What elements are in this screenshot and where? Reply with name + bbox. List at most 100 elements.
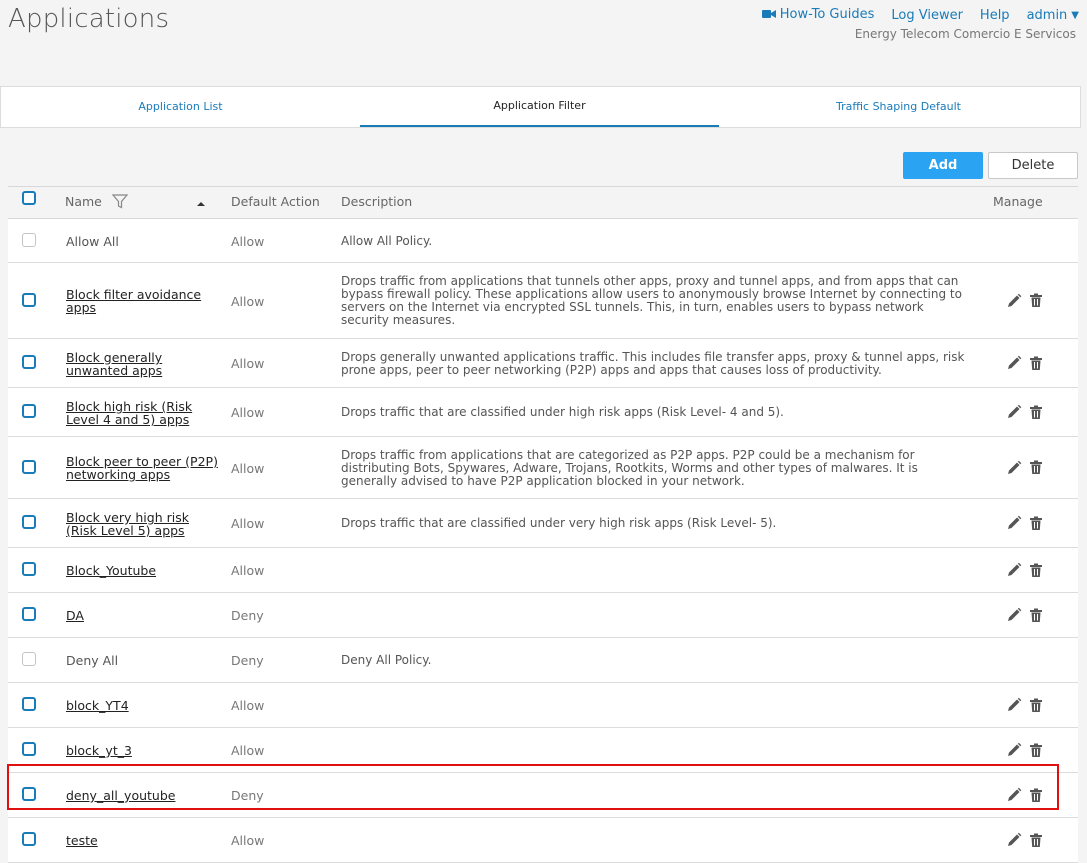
row-checkbox[interactable] (22, 697, 36, 711)
add-button[interactable]: Add (903, 152, 983, 179)
delete-trash-icon[interactable] (1029, 833, 1043, 852)
row-checkbox[interactable] (22, 404, 36, 418)
row-checkbox[interactable] (22, 607, 36, 621)
edit-pencil-icon[interactable] (1006, 293, 1022, 313)
delete-trash-icon[interactable] (1029, 405, 1043, 424)
filter-icon[interactable] (111, 194, 129, 212)
filter-name-link[interactable]: block_YT4 (66, 699, 218, 712)
row-checkbox[interactable] (22, 832, 36, 846)
filter-name-link[interactable]: Block_Youtube (66, 564, 218, 577)
filter-name-link[interactable]: deny_all_youtube (66, 789, 218, 802)
edit-pencil-icon[interactable] (1006, 832, 1022, 852)
delete-button[interactable]: Delete (988, 152, 1078, 179)
how-to-guides-label: How-To Guides (779, 7, 875, 22)
row-checkbox[interactable] (22, 355, 36, 369)
how-to-guides-link[interactable]: How-To Guides (761, 7, 875, 23)
description-value: Drops traffic from applications that are… (341, 448, 918, 488)
default-action-value: Allow (231, 405, 265, 420)
table-body: Allow All Allow Allow All Policy. Block fil… (8, 219, 1078, 863)
table-row[interactable]: Deny All Deny Deny All Policy. (8, 638, 1078, 683)
table-row[interactable]: Block very high risk (Risk Level 5) apps… (8, 499, 1078, 548)
default-action-value: Deny (231, 608, 264, 623)
default-action-value: Allow (231, 294, 265, 309)
row-checkbox[interactable] (22, 459, 36, 474)
delete-trash-icon[interactable] (1029, 356, 1043, 375)
delete-trash-icon[interactable] (1029, 743, 1043, 762)
filter-name: Allow All (66, 234, 119, 249)
filter-name-link[interactable]: block_yt_3 (66, 744, 218, 757)
row-checkbox[interactable] (22, 787, 36, 801)
log-viewer-link[interactable]: Log Viewer (891, 8, 963, 23)
edit-pencil-icon[interactable] (1006, 404, 1022, 424)
table-row[interactable]: block_yt_3 Allow (8, 728, 1078, 773)
description-value: Deny All Policy. (341, 653, 432, 667)
row-checkbox (22, 232, 36, 247)
filter-name-link[interactable]: teste (66, 834, 218, 847)
delete-trash-icon[interactable] (1029, 698, 1043, 717)
edit-pencil-icon[interactable] (1006, 460, 1022, 480)
default-action-value: Allow (231, 356, 265, 371)
delete-trash-icon[interactable] (1029, 460, 1043, 479)
manage-actions (1006, 460, 1043, 480)
filter-name-link[interactable]: DA (66, 609, 218, 622)
table-row[interactable]: teste Allow (8, 818, 1078, 863)
select-all-checkbox[interactable] (22, 191, 36, 205)
table-row[interactable]: deny_all_youtube Deny (8, 773, 1078, 818)
help-link[interactable]: Help (980, 8, 1010, 23)
default-action-value: Allow (231, 461, 265, 476)
edit-pencil-icon[interactable] (1006, 607, 1022, 627)
tab-application-filter[interactable]: Application Filter (360, 87, 719, 127)
edit-pencil-icon[interactable] (1006, 697, 1022, 717)
manage-actions (1006, 832, 1043, 852)
name-column-label: Name (65, 194, 102, 209)
row-checkbox[interactable] (22, 562, 36, 576)
manage-actions (1006, 787, 1043, 807)
table-row[interactable]: block_YT4 Allow (8, 683, 1078, 728)
table-row[interactable]: Allow All Allow Allow All Policy. (8, 219, 1078, 263)
row-checkbox[interactable] (22, 515, 36, 529)
manage-actions (1006, 562, 1043, 582)
tab-bar: Application List Application Filter Traf… (0, 86, 1081, 128)
table-row[interactable]: Block generally unwanted apps Allow Drops … (8, 339, 1078, 388)
filter-table: Name Default Action Description Manage A… (8, 186, 1078, 863)
delete-trash-icon[interactable] (1029, 516, 1043, 535)
manage-actions (1006, 742, 1043, 762)
table-row[interactable]: Block_Youtube Allow (8, 548, 1078, 593)
name-column-header[interactable]: Name (65, 194, 129, 212)
row-checkbox (22, 652, 36, 666)
filter-name-link[interactable]: Block high risk (Risk Level 4 and 5) app… (66, 400, 218, 426)
filter-name-link[interactable]: Block peer to peer (P2P) networking apps (66, 455, 218, 481)
filter-name-link[interactable]: Block generally unwanted apps (66, 351, 218, 377)
table-row[interactable]: Block high risk (Risk Level 4 and 5) app… (8, 388, 1078, 437)
table-row[interactable]: DA Deny (8, 593, 1078, 638)
table-row[interactable]: Block filter avoidance apps Allow Drops tr… (8, 263, 1078, 339)
delete-trash-icon[interactable] (1029, 293, 1043, 312)
edit-pencil-icon[interactable] (1006, 787, 1022, 807)
description-column-header: Description (341, 194, 413, 209)
delete-trash-icon[interactable] (1029, 608, 1043, 627)
video-camera-icon (761, 8, 776, 23)
edit-pencil-icon[interactable] (1006, 742, 1022, 762)
tab-traffic-shaping-default[interactable]: Traffic Shaping Default (719, 87, 1078, 127)
sort-ascending-icon[interactable] (196, 196, 206, 211)
delete-trash-icon[interactable] (1029, 563, 1043, 582)
tab-application-list[interactable]: Application List (1, 87, 360, 127)
default-action-value: Allow (231, 833, 265, 848)
edit-pencil-icon[interactable] (1006, 355, 1022, 375)
default-action-value: Allow (231, 234, 265, 249)
table-row[interactable]: Block peer to peer (P2P) networking apps… (8, 437, 1078, 499)
edit-pencil-icon[interactable] (1006, 562, 1022, 582)
delete-trash-icon[interactable] (1029, 788, 1043, 807)
filter-name-link[interactable]: Block filter avoidance apps (66, 288, 218, 314)
organization-name: Energy Telecom Comercio E Servicos (854, 27, 1076, 41)
default-action-value: Deny (231, 788, 264, 803)
edit-pencil-icon[interactable] (1006, 515, 1022, 535)
filter-name: Deny All (66, 653, 119, 668)
manage-actions (1006, 404, 1043, 424)
row-checkbox[interactable] (22, 292, 36, 307)
row-checkbox[interactable] (22, 742, 36, 756)
filter-name-link[interactable]: Block very high risk (Risk Level 5) apps (66, 511, 218, 537)
description-value: Drops traffic from applications that tun… (341, 274, 962, 327)
manage-actions (1006, 355, 1043, 375)
admin-menu[interactable]: admin ▼ (1027, 8, 1079, 23)
